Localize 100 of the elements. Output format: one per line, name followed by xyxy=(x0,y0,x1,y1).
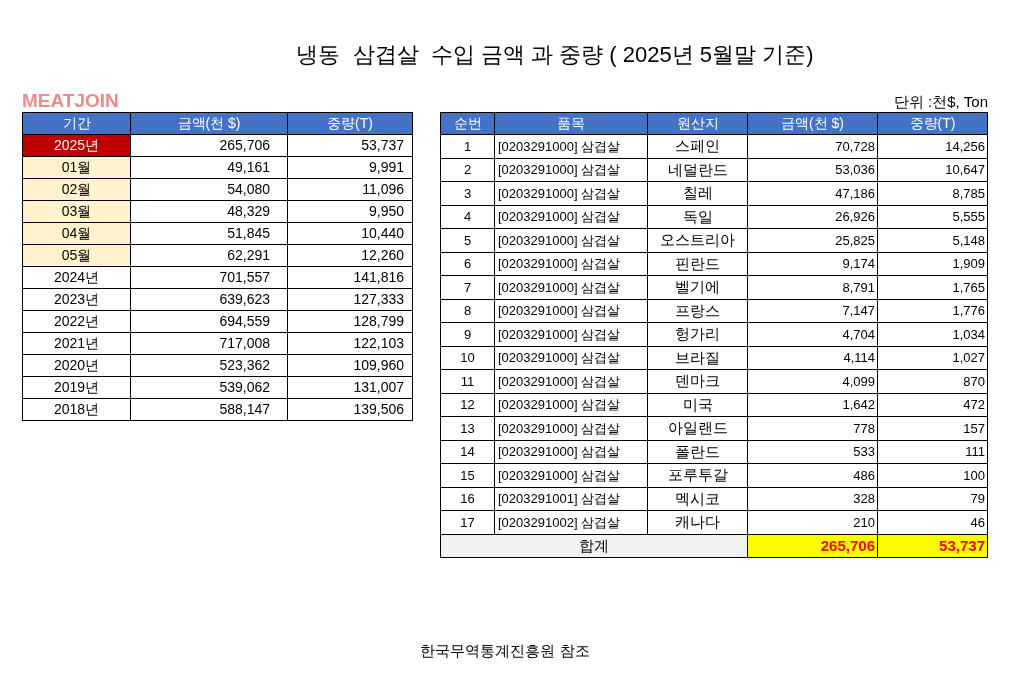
table-cell: 70,728 xyxy=(747,134,878,158)
column-header: 품목 xyxy=(494,112,648,135)
table-cell: [0203291002] 삼겹살 xyxy=(494,510,648,534)
table-cell: 2021년 xyxy=(22,332,131,355)
table-cell: 03월 xyxy=(22,200,131,223)
table-cell: [0203291000] 삼겹살 xyxy=(494,393,648,417)
table-cell: 49,161 xyxy=(130,156,288,179)
table-cell: 멕시코 xyxy=(647,487,748,511)
table-cell: 아일랜드 xyxy=(647,416,748,440)
source-note: 한국무역통계진흥원 참조 xyxy=(420,641,590,661)
column-header: 원산지 xyxy=(647,112,748,135)
table-cell: 14 xyxy=(440,440,495,464)
table-cell: 독일 xyxy=(647,205,748,229)
table-cell: 벨기에 xyxy=(647,275,748,299)
table-cell: 100 xyxy=(877,463,988,487)
table-cell: 2025년 xyxy=(22,134,131,157)
table-cell: 8,791 xyxy=(747,275,878,299)
table-cell: 1,642 xyxy=(747,393,878,417)
column-header: 금액(천 $) xyxy=(130,112,288,135)
table-cell: 포루투갈 xyxy=(647,463,748,487)
table-cell: 9 xyxy=(440,322,495,346)
total-weight: 53,737 xyxy=(877,534,988,558)
table-cell: [0203291000] 삼겹살 xyxy=(494,416,648,440)
table-cell: 5,148 xyxy=(877,228,988,252)
table-cell: 53,036 xyxy=(747,158,878,182)
table-cell: 프랑스 xyxy=(647,299,748,323)
table-cell: 1,909 xyxy=(877,252,988,276)
table-cell: [0203291000] 삼겹살 xyxy=(494,463,648,487)
table-cell: 1,765 xyxy=(877,275,988,299)
logo: MEATJOIN xyxy=(22,91,119,110)
table-cell: 46 xyxy=(877,510,988,534)
table-cell: 8,785 xyxy=(877,181,988,205)
table-cell: 7,147 xyxy=(747,299,878,323)
table-cell: 폴란드 xyxy=(647,440,748,464)
table-cell: 79 xyxy=(877,487,988,511)
table-cell: 7 xyxy=(440,275,495,299)
table-cell: 칠레 xyxy=(647,181,748,205)
table-cell: 14,256 xyxy=(877,134,988,158)
table-cell: 5,555 xyxy=(877,205,988,229)
table-cell: [0203291000] 삼겹살 xyxy=(494,346,648,370)
table-cell: 12,260 xyxy=(287,244,413,267)
table-cell: [0203291000] 삼겹살 xyxy=(494,440,648,464)
table-cell: 헝가리 xyxy=(647,322,748,346)
table-cell: 1,034 xyxy=(877,322,988,346)
table-cell: 48,329 xyxy=(130,200,288,223)
table-cell: 01월 xyxy=(22,156,131,179)
table-cell: [0203291001] 삼겹살 xyxy=(494,487,648,511)
column-header: 금액(천 $) xyxy=(747,112,878,135)
table-cell: 2020년 xyxy=(22,354,131,377)
table-cell: 328 xyxy=(747,487,878,511)
table-cell: 870 xyxy=(877,369,988,393)
total-label: 합계 xyxy=(440,534,748,558)
table-cell: 62,291 xyxy=(130,244,288,267)
table-cell: 13 xyxy=(440,416,495,440)
table-cell: 9,991 xyxy=(287,156,413,179)
table-cell: 1,776 xyxy=(877,299,988,323)
table-cell: 4,704 xyxy=(747,322,878,346)
table-cell: 6 xyxy=(440,252,495,276)
table-cell: [0203291000] 삼겹살 xyxy=(494,275,648,299)
table-cell: 11,096 xyxy=(287,178,413,201)
table-cell: 25,825 xyxy=(747,228,878,252)
column-header: 기간 xyxy=(22,112,131,135)
table-cell: 111 xyxy=(877,440,988,464)
column-header: 중량(T) xyxy=(287,112,413,135)
table-cell: 미국 xyxy=(647,393,748,417)
table-cell: 2 xyxy=(440,158,495,182)
table-cell: 10,440 xyxy=(287,222,413,245)
table-cell: 덴마크 xyxy=(647,369,748,393)
table-cell: 210 xyxy=(747,510,878,534)
table-cell: [0203291000] 삼겹살 xyxy=(494,158,648,182)
table-cell: 2024년 xyxy=(22,266,131,289)
table-cell: 4,114 xyxy=(747,346,878,370)
table-cell: 네덜란드 xyxy=(647,158,748,182)
table-cell: 15 xyxy=(440,463,495,487)
table-cell: 브라질 xyxy=(647,346,748,370)
table-cell: 1 xyxy=(440,134,495,158)
table-cell: 16 xyxy=(440,487,495,511)
table-cell: 53,737 xyxy=(287,134,413,157)
table-cell: 26,926 xyxy=(747,205,878,229)
table-cell: 265,706 xyxy=(130,134,288,157)
table-cell: [0203291000] 삼겹살 xyxy=(494,181,648,205)
table-cell: 05월 xyxy=(22,244,131,267)
total-amount: 265,706 xyxy=(747,534,878,558)
table-cell: 54,080 xyxy=(130,178,288,201)
table-cell: 131,007 xyxy=(287,376,413,399)
table-cell: 701,557 xyxy=(130,266,288,289)
table-cell: 12 xyxy=(440,393,495,417)
table-cell: 5 xyxy=(440,228,495,252)
table-cell: 157 xyxy=(877,416,988,440)
table-cell: 4,099 xyxy=(747,369,878,393)
table-cell: 오스트리아 xyxy=(647,228,748,252)
table-cell: 9,950 xyxy=(287,200,413,223)
table-cell: 10,647 xyxy=(877,158,988,182)
table-cell: 639,623 xyxy=(130,288,288,311)
table-cell: 2023년 xyxy=(22,288,131,311)
table-cell: [0203291000] 삼겹살 xyxy=(494,369,648,393)
table-cell: 533 xyxy=(747,440,878,464)
table-cell: [0203291000] 삼겹살 xyxy=(494,228,648,252)
table-cell: 2018년 xyxy=(22,398,131,421)
table-cell: 109,960 xyxy=(287,354,413,377)
